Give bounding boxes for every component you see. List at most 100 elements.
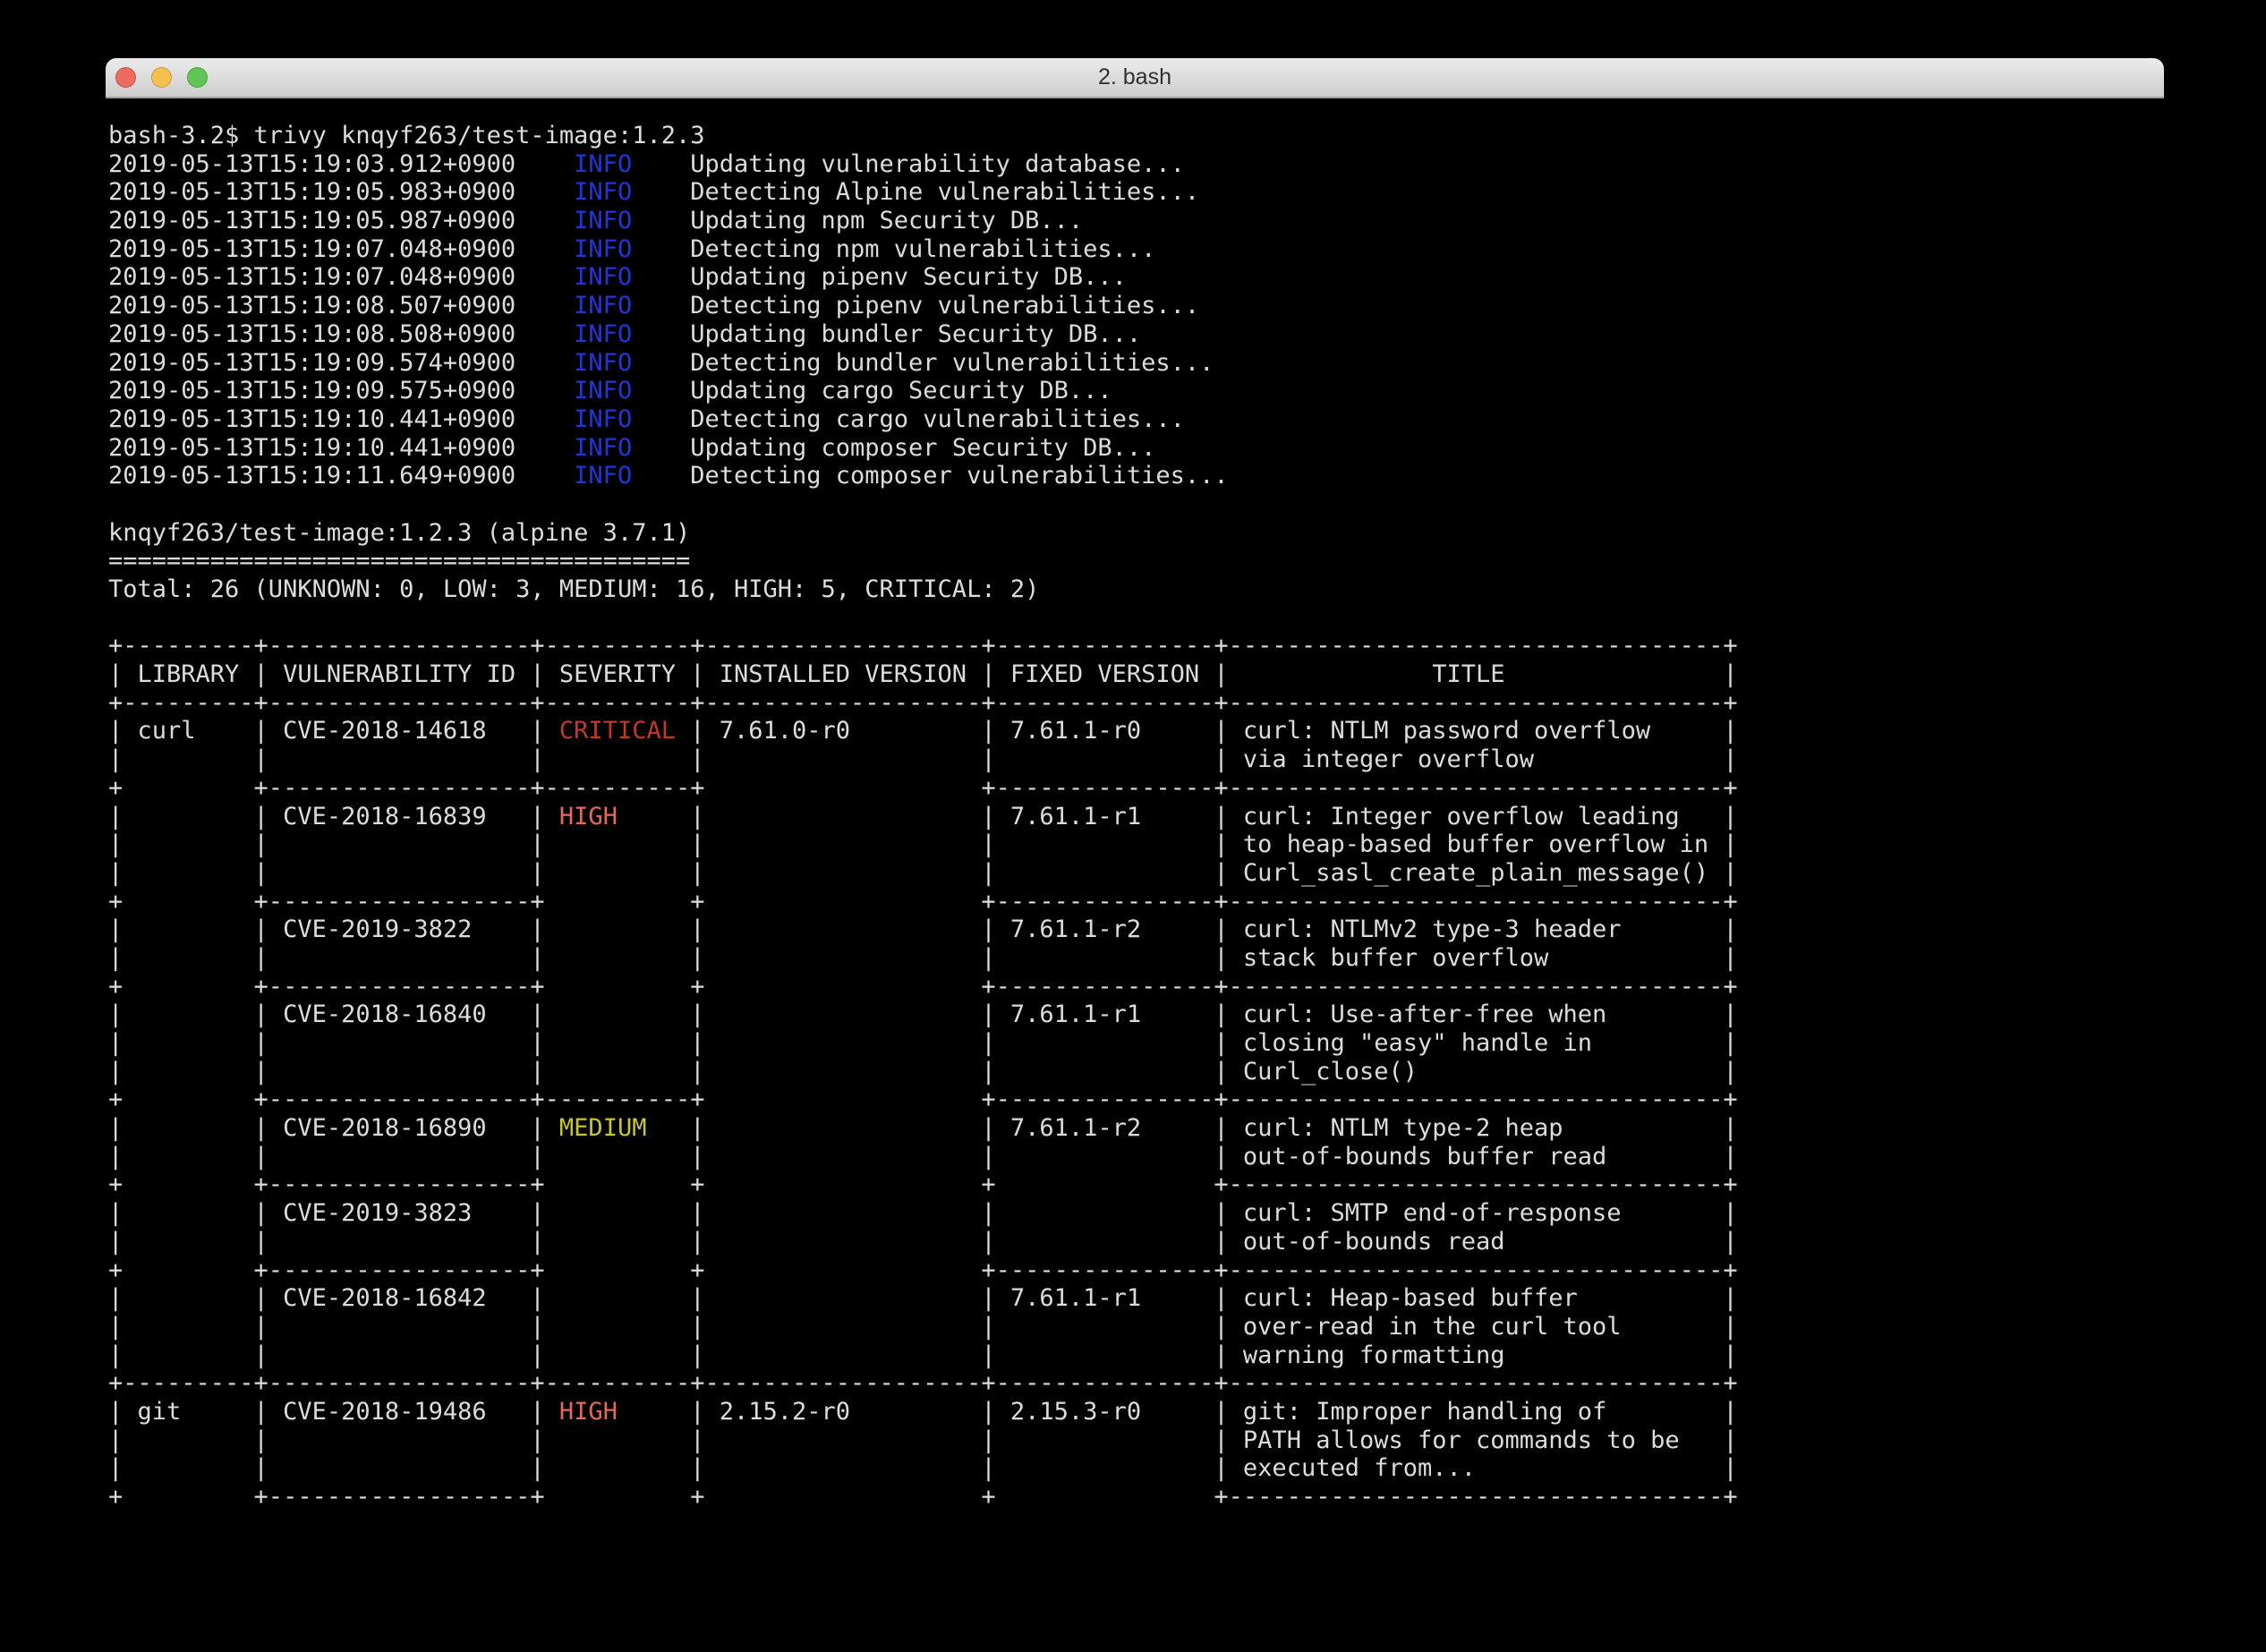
terminal-text: Detecting bundler vulnerabilities... xyxy=(632,349,1214,377)
terminal-text: | | 7.61.1-r2 | curl: NTLM type-2 heap | xyxy=(646,1114,1737,1142)
desktop: { "window": { "title": "2. bash" }, "col… xyxy=(0,0,2266,1652)
terminal-line: + +------------------+ + +--------------… xyxy=(108,888,2164,916)
terminal-line: | git | CVE-2018-19486 | HIGH | 2.15.2-r… xyxy=(108,1398,2164,1426)
terminal-text: 2019-05-13T15:19:05.987+0900 xyxy=(108,207,574,234)
terminal-line: 2019-05-13T15:19:07.048+0900 INFO Detect… xyxy=(108,235,2164,264)
close-button[interactable] xyxy=(115,67,136,88)
terminal-text: 2019-05-13T15:19:07.048+0900 xyxy=(108,263,574,291)
terminal-text: | | | xyxy=(108,1029,559,1057)
info-text: INFO xyxy=(574,405,632,433)
info-text: INFO xyxy=(574,462,632,490)
terminal-text: | | | warning formatting | xyxy=(559,1341,1738,1369)
info-text: INFO xyxy=(574,150,632,178)
terminal-line: ======================================== xyxy=(108,547,2164,575)
terminal-line: | LIBRARY | VULNERABILITY ID | SEVERITY … xyxy=(108,660,2164,689)
terminal-text: + +------------------+ + +--------------… xyxy=(108,1256,1738,1284)
high-text: HIGH xyxy=(559,1398,618,1426)
terminal-text: ======================================== xyxy=(108,547,690,575)
terminal-text: | | | Curl_sasl_create_plain_message() | xyxy=(559,859,1738,887)
terminal-line: 2019-05-13T15:19:10.441+0900 INFO Detect… xyxy=(108,405,2164,434)
terminal-text: Updating pipenv Security DB... xyxy=(632,263,1127,291)
terminal-text: | | 7.61.1-r1 | curl: Integer overflow l… xyxy=(618,803,1738,830)
high-text: HIGH xyxy=(559,803,618,830)
terminal-line: | | | | | | executed from... | xyxy=(108,1454,2164,1483)
terminal-text: + +------------------+----------+ +-----… xyxy=(108,1086,1738,1113)
terminal-text: | | | via integer overflow | xyxy=(559,745,1738,773)
terminal-line xyxy=(108,604,2164,633)
terminal-text: | | 7.61.1-r2 | curl: NTLMv2 type-3 head… xyxy=(559,915,1738,943)
critical-text: CRITICAL xyxy=(559,717,676,745)
terminal-text: knqyf263/test-image:1.2.3 (alpine 3.7.1) xyxy=(108,519,690,547)
terminal-line: 2019-05-13T15:19:09.575+0900 INFO Updati… xyxy=(108,377,2164,405)
terminal-text: Updating bundler Security DB... xyxy=(632,320,1141,348)
terminal-text: Updating vulnerability database... xyxy=(632,150,1185,178)
terminal-line: + +------------------+ + +--------------… xyxy=(108,973,2164,1001)
window-title-bar[interactable]: 2. bash xyxy=(106,58,2164,98)
terminal-text: | | | out-of-bounds read | xyxy=(559,1228,1738,1256)
terminal-line: | | | | | | out-of-bounds buffer read | xyxy=(108,1143,2164,1171)
terminal-text: 2019-05-13T15:19:08.508+0900 xyxy=(108,320,574,348)
terminal-line: | | | | | | stack buffer overflow | xyxy=(108,944,2164,973)
terminal-text: Updating cargo Security DB... xyxy=(632,377,1112,404)
terminal-text: +---------+------------------+----------… xyxy=(108,689,1738,717)
terminal-text: 2019-05-13T15:19:09.574+0900 xyxy=(108,349,574,377)
terminal-text: 2019-05-13T15:19:08.507+0900 xyxy=(108,292,574,319)
terminal-text: | | | xyxy=(108,1228,559,1256)
terminal-line: | | | | | | closing "easy" handle in | xyxy=(108,1029,2164,1058)
terminal-text: Updating composer Security DB... xyxy=(632,434,1155,462)
terminal-text: + +------------------+ + + +------------… xyxy=(108,1483,1738,1511)
terminal-text: Detecting composer vulnerabilities... xyxy=(632,462,1228,490)
info-text: INFO xyxy=(574,263,632,291)
terminal-line xyxy=(108,490,2164,519)
terminal-text: Total: 26 (UNKNOWN: 0, LOW: 3, MEDIUM: 1… xyxy=(108,575,1039,603)
terminal-line: 2019-05-13T15:19:07.048+0900 INFO Updati… xyxy=(108,263,2164,292)
terminal-line: 2019-05-13T15:19:11.649+0900 INFO Detect… xyxy=(108,462,2164,490)
terminal-text: | curl | CVE-2018-14618 | xyxy=(108,717,559,745)
terminal-line: + +------------------+ + +--------------… xyxy=(108,1256,2164,1285)
info-text: INFO xyxy=(574,349,632,377)
zoom-button[interactable] xyxy=(187,67,208,88)
terminal-line: 2019-05-13T15:19:08.508+0900 INFO Updati… xyxy=(108,320,2164,349)
window-title: 2. bash xyxy=(1098,64,1171,90)
terminal-line: | | CVE-2018-16842 | | | 7.61.1-r1 | cur… xyxy=(108,1284,2164,1313)
terminal-text: | | CVE-2019-3823 | xyxy=(108,1199,559,1227)
minimize-button[interactable] xyxy=(151,67,172,88)
terminal-content-area[interactable]: bash-3.2$ trivy knqyf263/test-image:1.2.… xyxy=(106,98,2164,1511)
terminal-text: | | | xyxy=(108,944,559,972)
terminal-text: | | CVE-2018-16842 | xyxy=(108,1284,559,1312)
terminal-text: | | | xyxy=(108,859,559,887)
terminal-line: 2019-05-13T15:19:08.507+0900 INFO Detect… xyxy=(108,292,2164,320)
terminal-text: Detecting pipenv vulnerabilities... xyxy=(632,292,1199,319)
terminal-text: | | | out-of-bounds buffer read | xyxy=(559,1143,1738,1171)
terminal-text: | | | xyxy=(108,1313,559,1341)
terminal-text: | | | to heap-based buffer overflow in | xyxy=(559,830,1738,858)
terminal-line: knqyf263/test-image:1.2.3 (alpine 3.7.1) xyxy=(108,519,2164,548)
terminal-line: +---------+------------------+----------… xyxy=(108,1369,2164,1398)
terminal-text: 2019-05-13T15:19:10.441+0900 xyxy=(108,434,574,462)
terminal-text: | | CVE-2018-16840 | xyxy=(108,1001,559,1028)
medium-text: MEDIUM xyxy=(559,1114,647,1142)
info-text: INFO xyxy=(574,207,632,234)
terminal-line: | | CVE-2018-16839 | HIGH | | 7.61.1-r1 … xyxy=(108,803,2164,831)
terminal-line: | curl | CVE-2018-14618 | CRITICAL | 7.6… xyxy=(108,717,2164,745)
terminal-text: | 2.15.2-r0 | 2.15.3-r0 | git: Improper … xyxy=(618,1398,1738,1426)
info-text: INFO xyxy=(574,377,632,404)
info-text: INFO xyxy=(574,178,632,206)
terminal-text: | | | over-read in the curl tool | xyxy=(559,1313,1738,1341)
terminal-line: | | CVE-2018-16840 | | | 7.61.1-r1 | cur… xyxy=(108,1001,2164,1029)
terminal-text: + +------------------+ + + +------------… xyxy=(108,1171,1738,1198)
terminal-text: +---------+------------------+----------… xyxy=(108,1369,1738,1397)
terminal-text: | | | stack buffer overflow | xyxy=(559,944,1738,972)
terminal-text: | | | xyxy=(108,1143,559,1171)
terminal-text: | 7.61.0-r0 | 7.61.1-r0 | curl: NTLM pas… xyxy=(676,717,1738,745)
terminal-text: | | | xyxy=(108,830,559,858)
terminal-text: | | | xyxy=(108,1341,559,1369)
terminal-text: 2019-05-13T15:19:11.649+0900 xyxy=(108,462,574,490)
terminal-text: bash-3.2$ trivy knqyf263/test-image:1.2.… xyxy=(108,122,704,149)
terminal-text: 2019-05-13T15:19:07.048+0900 xyxy=(108,235,574,263)
terminal-line: 2019-05-13T15:19:03.912+0900 INFO Updati… xyxy=(108,150,2164,179)
terminal-window: 2. bash bash-3.2$ trivy knqyf263/test-im… xyxy=(106,58,2164,1635)
terminal-text: + +------------------+----------+ +-----… xyxy=(108,774,1738,802)
terminal-text: Updating npm Security DB... xyxy=(632,207,1083,234)
terminal-text: Detecting cargo vulnerabilities... xyxy=(632,405,1185,433)
